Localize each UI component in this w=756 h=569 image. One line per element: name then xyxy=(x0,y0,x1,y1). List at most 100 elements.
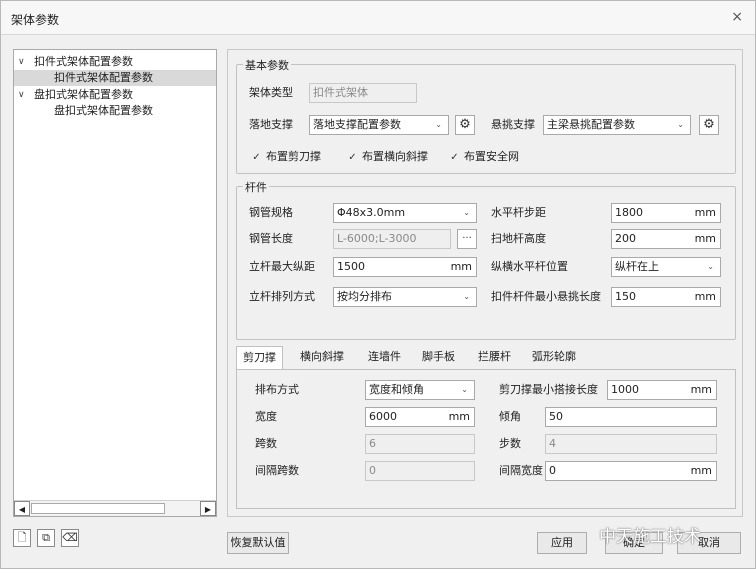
unit-label: mm xyxy=(450,260,472,273)
scroll-thumb[interactable] xyxy=(31,503,165,514)
checkbox-label: 布置横向斜撑 xyxy=(362,150,428,163)
checkbox-label: 布置剪刀撑 xyxy=(266,150,321,163)
safety-net-checkbox[interactable]: ✓ 布置安全网 xyxy=(449,149,519,165)
input-value: 200 xyxy=(615,232,636,245)
gear-icon[interactable]: ⚙ xyxy=(455,115,475,135)
steps-field: 4 xyxy=(545,434,717,454)
eraser-icon[interactable]: ⌫ xyxy=(61,529,79,547)
arrangement-select[interactable]: 按均分排布 ⌄ xyxy=(333,287,477,307)
input-value: 150 xyxy=(615,290,636,303)
chevron-down-icon[interactable]: ∨ xyxy=(18,87,25,103)
min-lap-length-input[interactable]: 1000 mm xyxy=(607,380,717,400)
scissor-brace-tab-panel: 排布方式 宽度和倾角 ⌄ 剪刀撑最小搭接长度 1000 mm 宽度 6000 m… xyxy=(236,369,736,509)
layout-select[interactable]: 宽度和倾角 ⌄ xyxy=(365,380,475,400)
horizontal-scrollbar[interactable]: ◀ ▶ xyxy=(14,500,216,516)
angle-input[interactable]: 50 xyxy=(545,407,717,427)
new-document-icon[interactable]: 🗋 xyxy=(13,529,31,547)
config-tree: ∨ 扣件式架体配置参数 扣件式架体配置参数 ∨ 盘扣式架体配置参数 盘扣式架体配… xyxy=(13,49,217,517)
restore-default-button[interactable]: 恢复默认值 xyxy=(227,532,289,554)
input-value: 1800 xyxy=(615,206,643,219)
tab-scissor-brace[interactable]: 剪刀撑 xyxy=(236,346,283,371)
tree-node-label: 扣件式架体配置参数 xyxy=(54,71,153,84)
tree-node-disk-config[interactable]: 盘扣式架体配置参数 xyxy=(14,103,216,119)
min-overhang-label: 扣件杆件最小悬挑长度 xyxy=(491,290,601,303)
min-lap-length-label: 剪刀撑最小搭接长度 xyxy=(499,383,598,396)
input-value: 6000 xyxy=(369,410,397,423)
chevron-down-icon: ⌄ xyxy=(463,292,470,301)
parameter-panel: 基本参数 架体类型 扣件式架体 落地支撑 落地支撑配置参数 ⌄ ⚙ 悬挑支撑 主… xyxy=(227,49,743,517)
selected-value: 宽度和倾角 xyxy=(369,383,424,396)
apply-button[interactable]: 应用 xyxy=(537,532,587,554)
gap-width-input[interactable]: 0 mm xyxy=(545,461,717,481)
chevron-down-icon: ⌄ xyxy=(677,120,684,129)
layout-label: 排布方式 xyxy=(255,383,299,396)
scroll-left-icon[interactable]: ◀ xyxy=(14,501,30,516)
selected-value: 主梁悬挑配置参数 xyxy=(547,118,635,131)
arrangement-label: 立杆排列方式 xyxy=(249,290,315,303)
unit-label: mm xyxy=(448,410,470,423)
selected-value: 落地支撑配置参数 xyxy=(313,118,401,131)
spans-label: 跨数 xyxy=(255,437,277,450)
unit-label: mm xyxy=(690,383,712,396)
input-value: 0 xyxy=(549,464,556,477)
tab-arc-profile[interactable]: 弧形轮廓 xyxy=(526,346,582,370)
steel-length-field: L-6000;L-3000 xyxy=(333,229,451,249)
steel-spec-select[interactable]: Φ48x3.0mm ⌄ xyxy=(333,203,477,223)
gap-width-label: 间隔宽度 xyxy=(499,464,543,477)
steel-length-label: 钢管长度 xyxy=(249,232,293,245)
group-title: 杆件 xyxy=(243,179,269,195)
tab-transverse-brace[interactable]: 横向斜撑 xyxy=(294,346,350,370)
sweep-height-label: 扫地杆高度 xyxy=(491,232,546,245)
title-bar: 架体参数 × xyxy=(1,1,755,35)
unit-label: mm xyxy=(694,232,716,245)
tab-scaffold-boards[interactable]: 脚手板 xyxy=(416,346,461,370)
max-long-spacing-input[interactable]: 1500 mm xyxy=(333,257,477,277)
angle-label: 倾角 xyxy=(499,410,521,423)
window-title: 架体参数 xyxy=(11,13,60,27)
steel-spec-label: 钢管规格 xyxy=(249,206,293,219)
selected-value: 纵杆在上 xyxy=(615,260,659,273)
min-overhang-input[interactable]: 150 mm xyxy=(611,287,721,307)
copy-document-icon[interactable]: ⧉ xyxy=(37,529,55,547)
scissor-brace-checkbox[interactable]: ✓ 布置剪刀撑 xyxy=(251,149,321,165)
close-icon[interactable]: × xyxy=(731,9,743,25)
tab-waist-rails[interactable]: 拦腰杆 xyxy=(472,346,517,370)
input-value: 1000 xyxy=(611,383,639,396)
tree-node-fastener-group[interactable]: ∨ 扣件式架体配置参数 xyxy=(14,54,216,70)
checkmark-icon: ✓ xyxy=(348,152,357,163)
cross-position-label: 纵横水平杆位置 xyxy=(491,260,568,273)
transverse-brace-checkbox[interactable]: ✓ 布置横向斜撑 xyxy=(347,149,428,165)
tree-node-disk-group[interactable]: ∨ 盘扣式架体配置参数 xyxy=(14,87,216,103)
chevron-down-icon: ⌄ xyxy=(707,262,714,271)
tab-wall-ties[interactable]: 连墙件 xyxy=(362,346,407,370)
basic-params-group: 基本参数 架体类型 扣件式架体 落地支撑 落地支撑配置参数 ⌄ ⚙ 悬挑支撑 主… xyxy=(236,57,736,174)
checkbox-label: 布置安全网 xyxy=(464,150,519,163)
frame-type-label: 架体类型 xyxy=(249,86,293,99)
tree-node-label: 盘扣式架体配置参数 xyxy=(34,88,133,101)
ground-support-select[interactable]: 落地支撑配置参数 ⌄ xyxy=(309,115,449,135)
gap-spans-label: 间隔跨数 xyxy=(255,464,299,477)
input-value: 1500 xyxy=(337,260,365,273)
chevron-down-icon: ⌄ xyxy=(461,385,468,394)
width-input[interactable]: 6000 mm xyxy=(365,407,475,427)
cantilever-support-select[interactable]: 主梁悬挑配置参数 ⌄ xyxy=(543,115,691,135)
checkmark-icon: ✓ xyxy=(450,152,459,163)
selected-value: 按均分排布 xyxy=(337,290,392,303)
steps-label: 步数 xyxy=(499,437,521,450)
ground-support-label: 落地支撑 xyxy=(249,118,293,131)
more-options-button[interactable]: ··· xyxy=(457,229,477,249)
watermark: 中天施工技术 xyxy=(599,527,701,547)
scroll-right-icon[interactable]: ▶ xyxy=(200,501,216,516)
sweep-height-input[interactable]: 200 mm xyxy=(611,229,721,249)
width-label: 宽度 xyxy=(255,410,277,423)
gear-icon[interactable]: ⚙ xyxy=(699,115,719,135)
horizontal-step-input[interactable]: 1800 mm xyxy=(611,203,721,223)
chevron-down-icon: ⌄ xyxy=(463,208,470,217)
tree-node-fastener-config[interactable]: 扣件式架体配置参数 xyxy=(14,70,216,86)
unit-label: mm xyxy=(690,464,712,477)
chevron-down-icon[interactable]: ∨ xyxy=(18,54,25,70)
horizontal-step-label: 水平杆步距 xyxy=(491,206,546,219)
selected-value: Φ48x3.0mm xyxy=(337,206,406,219)
cross-position-select[interactable]: 纵杆在上 ⌄ xyxy=(611,257,721,277)
tree-node-label: 盘扣式架体配置参数 xyxy=(54,104,153,117)
